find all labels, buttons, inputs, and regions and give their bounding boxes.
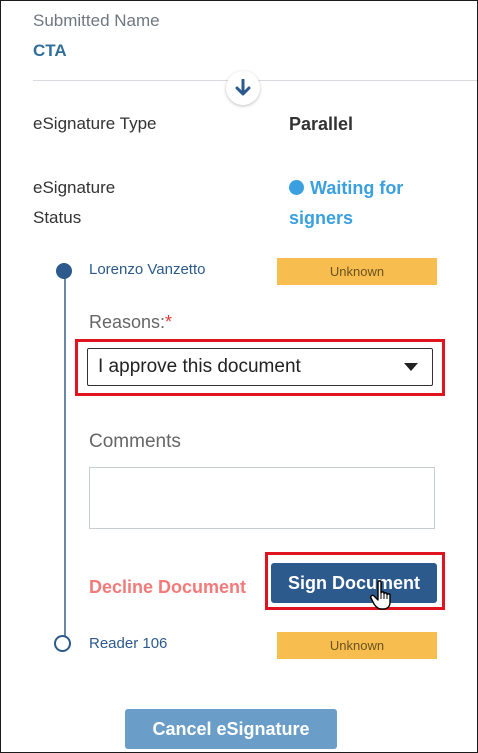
reasons-label-text: Reasons: (89, 312, 166, 332)
reason-select-value: I approve this document (98, 356, 301, 377)
esignature-status-label: eSignature Status (33, 178, 116, 227)
expand-button[interactable] (226, 71, 260, 105)
hand-pointer-icon (370, 580, 391, 610)
signer-status-badge: Unknown (277, 632, 437, 659)
esignature-type-value: Parallel (289, 114, 354, 134)
timeline-node-pending-icon (54, 635, 71, 652)
comments-input[interactable] (89, 467, 435, 529)
esignature-status-value: Waiting for signers (289, 173, 459, 233)
decline-document-button[interactable]: Decline Document (89, 569, 269, 605)
cancel-esignature-button[interactable]: Cancel eSignature (125, 709, 337, 749)
reasons-label: Reasons:* (89, 312, 172, 333)
decline-document-label: Decline Document (89, 577, 247, 597)
submitted-name-label: Submitted Name (33, 11, 160, 30)
esignature-type-label: eSignature Type (33, 114, 157, 133)
submitted-name-value: CTA (33, 41, 67, 60)
signer-timeline (64, 273, 66, 645)
status-text: Waiting for signers (289, 178, 404, 228)
status-dot-icon (289, 180, 304, 195)
required-mark: * (165, 312, 173, 332)
signer-name: Lorenzo Vanzetto (89, 261, 206, 278)
arrow-down-icon (235, 79, 251, 96)
esignature-panel: Submitted Name CTA eSignature Type Paral… (0, 0, 478, 753)
signer-name: Reader 106 (89, 635, 168, 652)
sign-document-button[interactable]: Sign Document (271, 563, 437, 603)
signer-status-badge: Unknown (277, 258, 437, 285)
reason-select[interactable]: I approve this document (87, 348, 433, 386)
comments-label: Comments (89, 431, 181, 452)
caret-down-icon (404, 363, 418, 371)
timeline-node-active-icon (56, 263, 72, 279)
